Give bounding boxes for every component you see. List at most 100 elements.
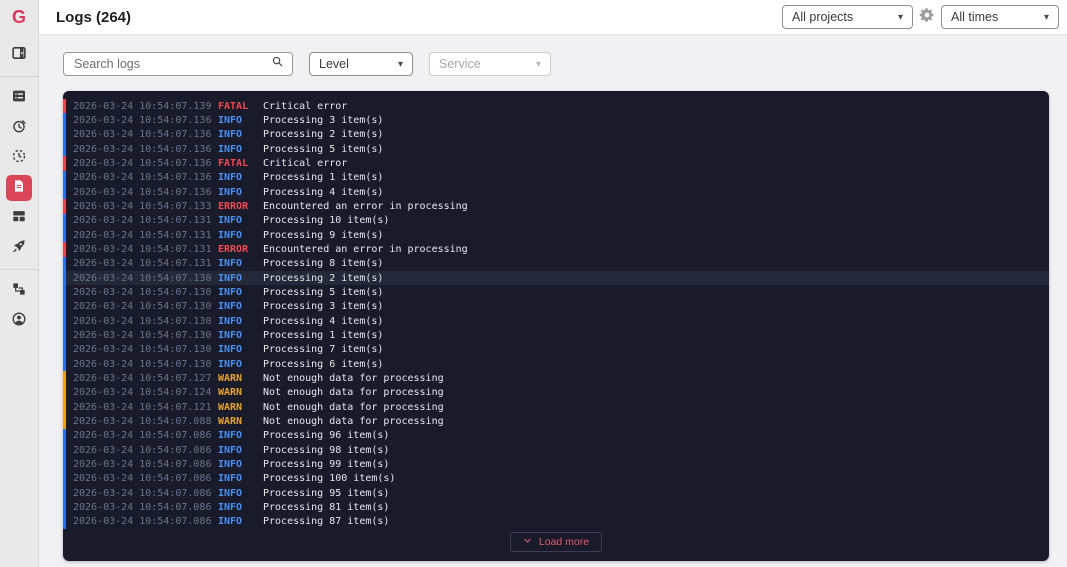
log-row[interactable]: 2026-03-24 10:54:07.139 FATAL Critical e… xyxy=(63,99,1049,114)
log-row[interactable]: 2026-03-24 10:54:07.136 INFO Processing … xyxy=(63,184,1049,200)
log-row[interactable]: 2026-03-24 10:54:07.131 INFO Processing … xyxy=(63,256,1049,271)
log-row[interactable]: 2026-03-24 10:54:07.086 INFO Processing … xyxy=(63,442,1049,458)
log-timestamp: 2026-03-24 10:54:07.131 xyxy=(73,229,212,241)
log-level-badge: INFO xyxy=(218,358,243,370)
log-message: Processing 6 item(s) xyxy=(263,358,384,370)
sidebar-item-cron-jobs[interactable] xyxy=(6,145,32,171)
log-row[interactable]: 2026-03-24 10:54:07.136 INFO Processing … xyxy=(63,127,1049,142)
load-more-button[interactable]: Load more xyxy=(509,532,603,553)
log-message: Processing 4 item(s) xyxy=(263,186,384,198)
log-row[interactable]: 2026-03-24 10:54:07.133 ERROR Encountere… xyxy=(63,199,1049,214)
log-row[interactable]: 2026-03-24 10:54:07.131 INFO Processing … xyxy=(63,213,1049,228)
log-level-badge: INFO xyxy=(218,487,243,499)
clock-history-icon xyxy=(11,118,27,139)
panel-play-icon xyxy=(11,45,27,66)
log-message: Processing 9 item(s) xyxy=(263,229,384,241)
log-row[interactable]: 2026-03-24 10:54:07.131 INFO Processing … xyxy=(63,227,1049,243)
log-row[interactable]: 2026-03-24 10:54:07.086 INFO Processing … xyxy=(63,514,1049,529)
log-timestamp: 2026-03-24 10:54:07.133 xyxy=(73,200,212,212)
log-row[interactable]: 2026-03-24 10:54:07.086 INFO Processing … xyxy=(63,457,1049,472)
sidebar-item-organization[interactable] xyxy=(6,278,32,304)
time-filter-value: All times xyxy=(951,10,999,24)
log-level-badge: INFO xyxy=(218,344,243,356)
log-message: Processing 2 item(s) xyxy=(263,129,384,141)
sidebar-item-issues[interactable] xyxy=(6,42,32,68)
log-row[interactable]: 2026-03-24 10:54:07.130 INFO Processing … xyxy=(63,328,1049,343)
service-filter-value: Service xyxy=(439,57,481,71)
sidebar-item-releases[interactable] xyxy=(6,235,32,261)
log-row[interactable]: 2026-03-24 10:54:07.130 INFO Processing … xyxy=(63,313,1049,329)
service-filter-select: Service ▾ xyxy=(429,52,551,76)
log-row[interactable]: 2026-03-24 10:54:07.088 WARN Not enough … xyxy=(63,414,1049,429)
log-row[interactable]: 2026-03-24 10:54:07.130 INFO Processing … xyxy=(63,299,1049,314)
account-icon xyxy=(11,311,27,332)
log-row[interactable]: 2026-03-24 10:54:07.086 INFO Processing … xyxy=(63,471,1049,486)
log-level-badge: INFO xyxy=(218,501,243,513)
timer-icon xyxy=(11,148,27,169)
log-level-badge: INFO xyxy=(218,430,243,442)
log-level-badge: INFO xyxy=(218,186,243,198)
log-level-badge: ERROR xyxy=(218,243,249,255)
log-message: Processing 5 item(s) xyxy=(263,143,384,155)
glitchtip-logo[interactable]: G xyxy=(12,7,26,27)
log-message: Encountered an error in processing xyxy=(263,243,468,255)
log-timestamp: 2026-03-24 10:54:07.136 xyxy=(73,186,212,198)
log-row[interactable]: 2026-03-24 10:54:07.130 INFO Processing … xyxy=(63,270,1049,286)
load-more-container: Load more xyxy=(63,529,1049,561)
log-level-badge: WARN xyxy=(218,372,243,384)
log-level-badge: INFO xyxy=(218,329,243,341)
level-filter-select[interactable]: Level ▾ xyxy=(309,52,413,76)
log-row[interactable]: 2026-03-24 10:54:07.136 INFO Processing … xyxy=(63,113,1049,128)
search-input[interactable] xyxy=(74,57,271,71)
sidebar: G xyxy=(0,0,39,567)
log-row[interactable]: 2026-03-24 10:54:07.086 INFO Processing … xyxy=(63,428,1049,443)
sidebar-item-dashboards[interactable] xyxy=(6,205,32,231)
rocket-icon xyxy=(11,238,27,259)
log-timestamp: 2026-03-24 10:54:07.124 xyxy=(73,387,212,399)
log-timestamp: 2026-03-24 10:54:07.139 xyxy=(73,100,212,112)
project-settings-button[interactable] xyxy=(913,5,941,29)
log-row[interactable]: 2026-03-24 10:54:07.136 INFO Processing … xyxy=(63,141,1049,157)
log-row[interactable]: 2026-03-24 10:54:07.124 WARN Not enough … xyxy=(63,385,1049,400)
log-timestamp: 2026-03-24 10:54:07.086 xyxy=(73,501,212,513)
sidebar-item-logs[interactable] xyxy=(6,175,32,201)
app-root: G Logs (264) All projects ▾ All times ▾ … xyxy=(0,0,1067,567)
project-filter-select[interactable]: All projects ▾ xyxy=(782,5,913,29)
log-timestamp: 2026-03-24 10:54:07.131 xyxy=(73,258,212,270)
time-filter-select[interactable]: All times ▾ xyxy=(941,5,1059,29)
log-message: Processing 81 item(s) xyxy=(263,501,390,513)
sidebar-item-profile[interactable] xyxy=(6,308,32,334)
page-title: Logs (264) xyxy=(56,8,132,26)
log-message: Processing 8 item(s) xyxy=(263,258,384,270)
log-level-badge: INFO xyxy=(218,114,243,126)
level-filter-value: Level xyxy=(319,57,349,71)
log-row[interactable]: 2026-03-24 10:54:07.136 INFO Processing … xyxy=(63,170,1049,185)
log-row[interactable]: 2026-03-24 10:54:07.130 INFO Processing … xyxy=(63,342,1049,357)
log-level-badge: INFO xyxy=(218,229,243,241)
log-row[interactable]: 2026-03-24 10:54:07.130 INFO Processing … xyxy=(63,356,1049,372)
log-timestamp: 2026-03-24 10:54:07.136 xyxy=(73,172,212,184)
sidebar-item-uptime[interactable] xyxy=(6,115,32,141)
log-row[interactable]: 2026-03-24 10:54:07.086 INFO Processing … xyxy=(63,500,1049,515)
log-row[interactable]: 2026-03-24 10:54:07.127 WARN Not enough … xyxy=(63,371,1049,386)
log-timestamp: 2026-03-24 10:54:07.136 xyxy=(73,114,212,126)
log-row[interactable]: 2026-03-24 10:54:07.136 FATAL Critical e… xyxy=(63,156,1049,171)
content-area: Level ▾ Service ▾ 2026-03-24 10:54:07.13… xyxy=(39,35,1067,567)
log-row[interactable]: 2026-03-24 10:54:07.130 INFO Processing … xyxy=(63,285,1049,300)
log-message: Processing 7 item(s) xyxy=(263,344,384,356)
log-message: Not enough data for processing xyxy=(263,372,444,384)
log-timestamp: 2026-03-24 10:54:07.086 xyxy=(73,444,212,456)
log-row[interactable]: 2026-03-24 10:54:07.121 WARN Not enough … xyxy=(63,399,1049,415)
load-more-label: Load more xyxy=(538,536,590,549)
log-row[interactable]: 2026-03-24 10:54:07.086 INFO Processing … xyxy=(63,485,1049,501)
log-message: Processing 5 item(s) xyxy=(263,286,384,298)
document-icon xyxy=(11,178,27,199)
log-level-badge: INFO xyxy=(218,172,243,184)
list-icon xyxy=(11,88,27,109)
log-list: 2026-03-24 10:54:07.139 FATAL Critical e… xyxy=(63,99,1049,529)
sidebar-item-monitors[interactable] xyxy=(6,85,32,111)
topbar-controls: All projects ▾ All times ▾ xyxy=(782,5,1059,29)
gear-icon xyxy=(919,7,935,28)
log-row[interactable]: 2026-03-24 10:54:07.131 ERROR Encountere… xyxy=(63,242,1049,257)
log-level-badge: INFO xyxy=(218,272,243,284)
